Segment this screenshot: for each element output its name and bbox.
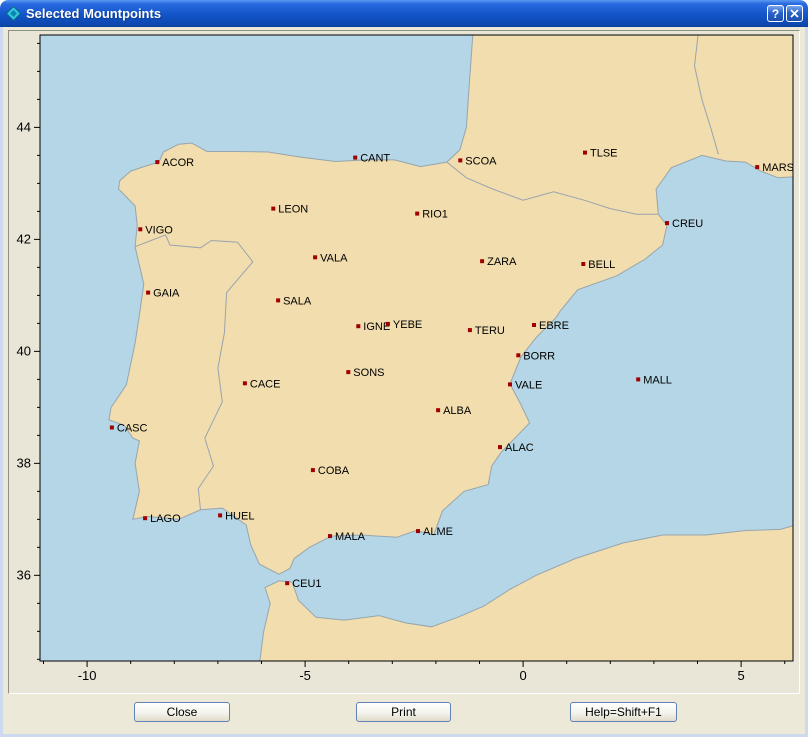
y-axis-label: 36 [17, 567, 31, 582]
titlebar-buttons: ? [767, 5, 803, 22]
station-marker [243, 381, 247, 385]
station-label: ALBA [443, 405, 472, 417]
station-marker [346, 370, 350, 374]
station-marker [146, 291, 150, 295]
station-marker [583, 151, 587, 155]
station-label: CREU [672, 218, 703, 230]
window-title: Selected Mountpoints [26, 0, 161, 27]
station-marker [143, 516, 147, 520]
station-marker [328, 534, 332, 538]
station-marker [155, 160, 159, 164]
app-icon [6, 6, 21, 21]
map-canvas: -10 -5 0 5 36 38 40 42 44 ACOR CANT SCOA TLSE MARS LEO… [8, 30, 800, 694]
station-marker [276, 298, 280, 302]
station-label: CEU1 [292, 578, 321, 590]
station-label: VALA [320, 252, 348, 264]
y-axis-label: 40 [17, 343, 31, 358]
station-marker [581, 262, 585, 266]
station-label: CASC [117, 423, 148, 435]
station-label: EBRE [539, 320, 569, 332]
close-icon [790, 9, 799, 18]
station-label: SALA [283, 295, 312, 307]
station-marker [508, 382, 512, 386]
station-label: GAIA [153, 288, 180, 300]
help-titlebar-button[interactable]: ? [767, 5, 784, 22]
station-label: ALME [423, 526, 453, 538]
station-label: LAGO [150, 513, 181, 525]
station-marker [665, 221, 669, 225]
station-marker [532, 323, 536, 327]
close-titlebar-button[interactable] [786, 5, 803, 22]
station-marker [498, 445, 502, 449]
station-label: SONS [353, 367, 384, 379]
station-label: HUEL [225, 510, 254, 522]
station-marker [468, 328, 472, 332]
close-button[interactable]: Close [134, 702, 230, 722]
station-marker [416, 529, 420, 533]
y-axis-label: 42 [17, 231, 31, 246]
station-marker [415, 212, 419, 216]
help-button[interactable]: Help=Shift+F1 [570, 702, 677, 722]
dialog-body: -10 -5 0 5 36 38 40 42 44 ACOR CANT SCOA TLSE MARS LEO… [3, 27, 805, 734]
station-marker [636, 377, 640, 381]
station-marker [436, 408, 440, 412]
map-plot: -10 -5 0 5 36 38 40 42 44 ACOR CANT SCOA TLSE MARS LEO… [9, 31, 799, 693]
station-label: SCOA [465, 155, 497, 167]
station-label: VALE [515, 379, 542, 391]
y-axis-label: 38 [17, 455, 31, 470]
station-label: ALAC [505, 442, 534, 454]
print-button[interactable]: Print [356, 702, 451, 722]
station-marker [285, 581, 289, 585]
station-label: VIGO [145, 224, 173, 236]
station-label: ZARA [487, 256, 517, 268]
station-label: RIO1 [422, 209, 448, 221]
dialog-window: Selected Mountpoints ? -10 -5 0 5 36 38 40 42 44… [0, 0, 808, 737]
station-marker [516, 353, 520, 357]
station-label: TLSE [590, 148, 618, 160]
station-label: YEBE [393, 319, 422, 331]
station-marker [110, 426, 114, 430]
station-label: ACOR [162, 157, 194, 169]
x-axis-label: -10 [78, 668, 97, 683]
station-label: CANT [360, 153, 390, 165]
station-marker [458, 158, 462, 162]
station-marker [356, 324, 360, 328]
station-marker [386, 322, 390, 326]
question-icon: ? [772, 7, 779, 21]
x-axis-label: 5 [737, 668, 744, 683]
station-label: CACE [250, 378, 281, 390]
station-marker [271, 207, 275, 211]
y-axis-label: 44 [17, 119, 31, 134]
station-marker [138, 227, 142, 231]
station-label: TERU [475, 325, 505, 337]
station-label: MALL [643, 374, 672, 386]
station-marker [311, 468, 315, 472]
station-label: BELL [588, 259, 615, 271]
station-label: BORR [523, 350, 555, 362]
station-marker [313, 255, 317, 259]
station-label: MARS [762, 162, 794, 174]
station-label: LEON [278, 204, 308, 216]
x-axis-label: 0 [519, 668, 526, 683]
station-marker [755, 165, 759, 169]
station-marker [218, 513, 222, 517]
station-label: COBA [318, 465, 350, 477]
station-marker [480, 259, 484, 263]
x-axis-label: -5 [299, 668, 311, 683]
title-bar[interactable]: Selected Mountpoints ? [0, 0, 808, 27]
station-marker [353, 156, 357, 160]
station-label: MALA [335, 531, 366, 543]
